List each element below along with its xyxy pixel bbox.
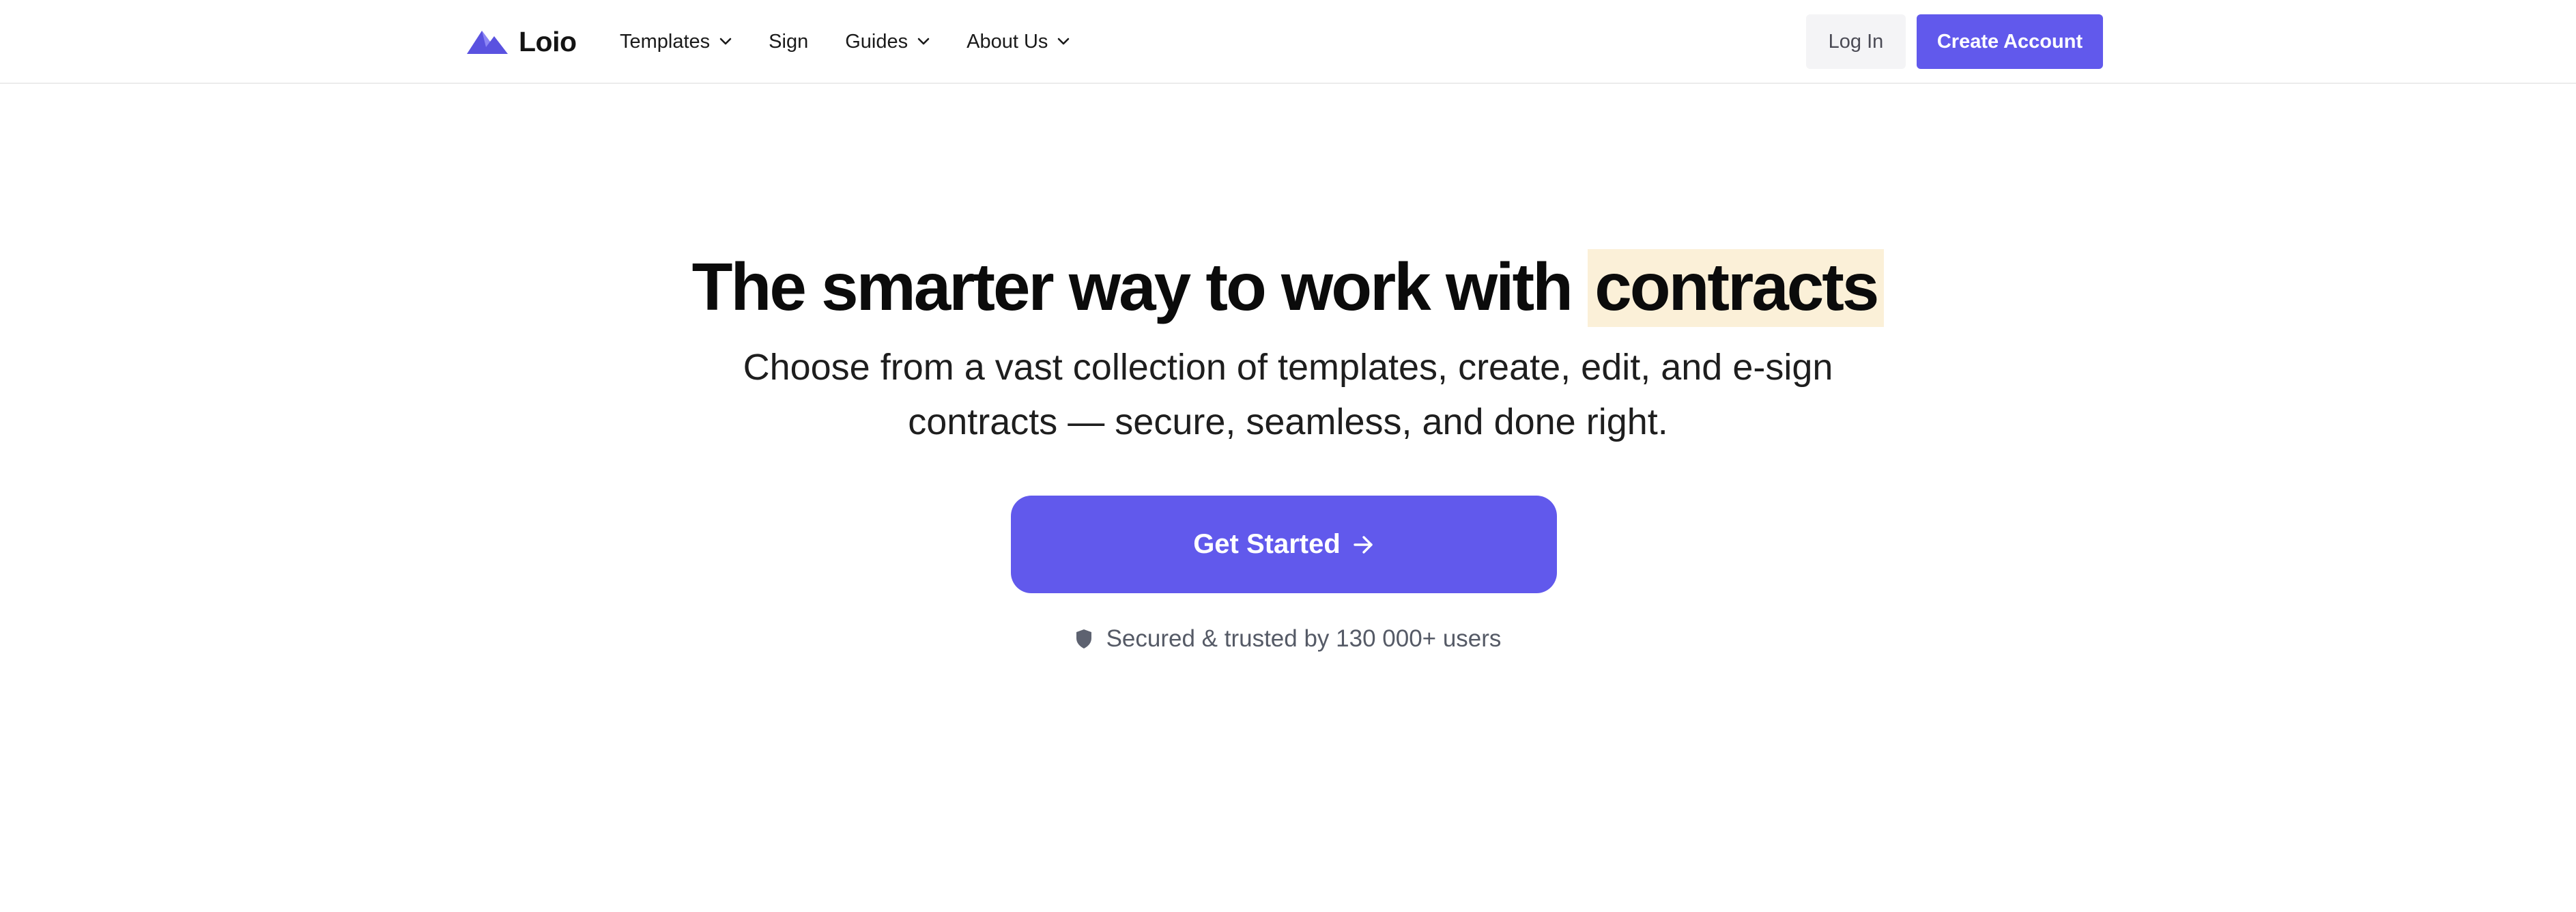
nav-item-label: Guides [845,30,908,53]
brand-name: Loio [519,25,577,57]
chevron-down-icon [719,38,732,45]
nav-item-templates[interactable]: Templates [620,31,732,53]
top-navigation-bar: Loio Templates Sign Guides About Us Log … [0,0,2576,84]
log-in-button[interactable]: Log In [1806,14,1906,69]
mountain-logo-icon [467,31,508,54]
trust-badge: Secured & trusted by 130 000+ users [0,625,2576,653]
hero-title-main: The smarter way to work with [691,249,1573,324]
nav-item-sign[interactable]: Sign [769,31,808,53]
nav-item-label: Templates [620,30,711,53]
trust-text: Secured & trusted by 130 000+ users [1106,625,1502,652]
hero-title: The smarter way to work with contracts [0,246,2576,328]
nav-item-guides[interactable]: Guides [845,31,930,53]
landing-page: Loio Templates Sign Guides About Us Log … [0,0,2576,912]
hero-title-highlight: contracts [1588,249,1885,327]
nav-item-label: About Us [967,30,1048,53]
get-started-button[interactable]: Get Started [1011,496,1557,593]
chevron-down-icon [917,38,930,45]
brand-logo[interactable]: Loio [467,20,577,63]
nav-item-label: Sign [769,30,809,53]
hero-subtitle-line-1: Choose from a vast collection of templat… [743,347,1833,388]
create-account-button[interactable]: Create Account [1917,14,2103,69]
hero-subtitle: Choose from a vast collection of templat… [742,340,1834,449]
get-started-label: Get Started [1193,529,1341,559]
nav-item-about-us[interactable]: About Us [967,31,1070,53]
chevron-down-icon [1058,38,1070,45]
hero-subtitle-line-2: contracts — secure, seamless, and done r… [908,401,1668,442]
main-nav: Templates Sign Guides About Us [620,20,1106,63]
shield-icon [1076,629,1091,649]
arrow-right-icon [1354,535,1373,554]
